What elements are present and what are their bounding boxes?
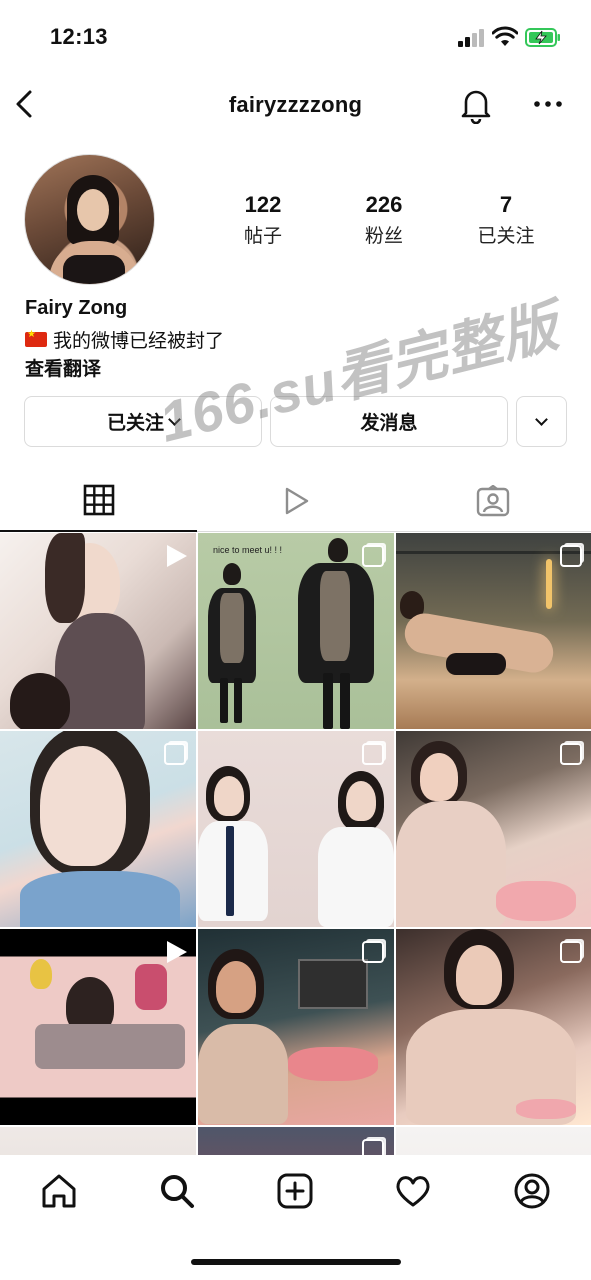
wifi-icon: [492, 26, 518, 46]
carousel-badge-icon: [362, 1139, 384, 1155]
following-label: 已关注: [106, 413, 164, 434]
profile-tabs: [0, 470, 591, 532]
post-thumbnail[interactable]: [0, 929, 196, 1125]
following-count[interactable]: 7 已关注: [451, 192, 561, 248]
carousel-badge-icon: [362, 941, 384, 963]
bio-text: 我的微博已经被封了: [53, 331, 225, 352]
stat-value: 7: [499, 192, 513, 217]
carousel-badge-icon: [164, 743, 186, 765]
profile-display-name: Fairy Zong: [25, 297, 128, 319]
profile-bio: 我的微博已经被封了: [25, 326, 224, 353]
post-thumbnail[interactable]: [0, 1127, 196, 1155]
profile-username: fairyzzzzong: [228, 92, 363, 117]
chevron-down-icon: [535, 412, 548, 426]
see-translation-link[interactable]: 查看翻译: [25, 354, 101, 381]
carousel-badge-icon: [560, 743, 582, 765]
grid-icon: [83, 484, 114, 516]
more-options-button[interactable]: [532, 96, 564, 112]
post-caption: nice to meet u! ! !: [213, 545, 283, 555]
china-flag-icon: [25, 329, 47, 347]
battery-charging-icon: [525, 28, 560, 47]
post-thumbnail[interactable]: [396, 533, 591, 729]
tab-reels[interactable]: [197, 470, 394, 532]
stat-value: 226: [365, 192, 403, 217]
carousel-badge-icon: [362, 743, 384, 765]
activity-heart-icon[interactable]: [393, 1171, 433, 1211]
followers-count[interactable]: 226 粉丝: [329, 192, 439, 248]
tab-tagged[interactable]: [394, 470, 591, 532]
status-bar: 12:13: [0, 0, 591, 76]
stat-label: 帖子: [243, 226, 282, 248]
profile-screen: 12:13 fairyzzzzong 122 帖子 226 粉丝 7 已关注 F…: [0, 0, 591, 1280]
home-indicator: [191, 1259, 401, 1265]
post-thumbnail[interactable]: [0, 731, 196, 927]
post-thumbnail[interactable]: [396, 731, 591, 927]
posts-grid: nice to meet u! ! !: [0, 533, 591, 1155]
tagged-person-icon: [476, 485, 509, 517]
post-thumbnail[interactable]: [198, 731, 394, 927]
video-badge-icon: [164, 941, 187, 963]
post-thumbnail[interactable]: [0, 533, 196, 729]
carousel-badge-icon: [362, 545, 384, 567]
carousel-badge-icon: [560, 941, 582, 963]
profile-icon[interactable]: [512, 1171, 552, 1211]
stat-label: 已关注: [477, 226, 535, 248]
create-post-icon[interactable]: [275, 1171, 315, 1211]
post-thumbnail[interactable]: [198, 1127, 394, 1155]
reels-play-icon: [285, 487, 308, 515]
post-thumbnail[interactable]: [198, 929, 394, 1125]
notifications-bell-button[interactable]: [458, 86, 494, 124]
home-icon[interactable]: [39, 1171, 79, 1211]
suggested-accounts-button[interactable]: [516, 396, 567, 447]
post-thumbnail[interactable]: [396, 1127, 591, 1155]
message-label: 发消息: [360, 413, 418, 434]
video-badge-icon: [164, 545, 187, 567]
cellular-signal-icon: [458, 29, 486, 47]
profile-avatar[interactable]: [24, 154, 155, 285]
stat-value: 122: [244, 192, 282, 217]
post-thumbnail[interactable]: nice to meet u! ! !: [198, 533, 394, 729]
profile-header: fairyzzzzong: [0, 76, 591, 136]
status-time: 12:13: [50, 24, 108, 49]
posts-count: 122 帖子: [208, 192, 318, 248]
stat-label: 粉丝: [364, 226, 403, 248]
post-thumbnail[interactable]: [396, 929, 591, 1125]
tab-posts-grid[interactable]: [0, 470, 197, 532]
carousel-badge-icon: [560, 545, 582, 567]
search-icon[interactable]: [157, 1171, 197, 1211]
